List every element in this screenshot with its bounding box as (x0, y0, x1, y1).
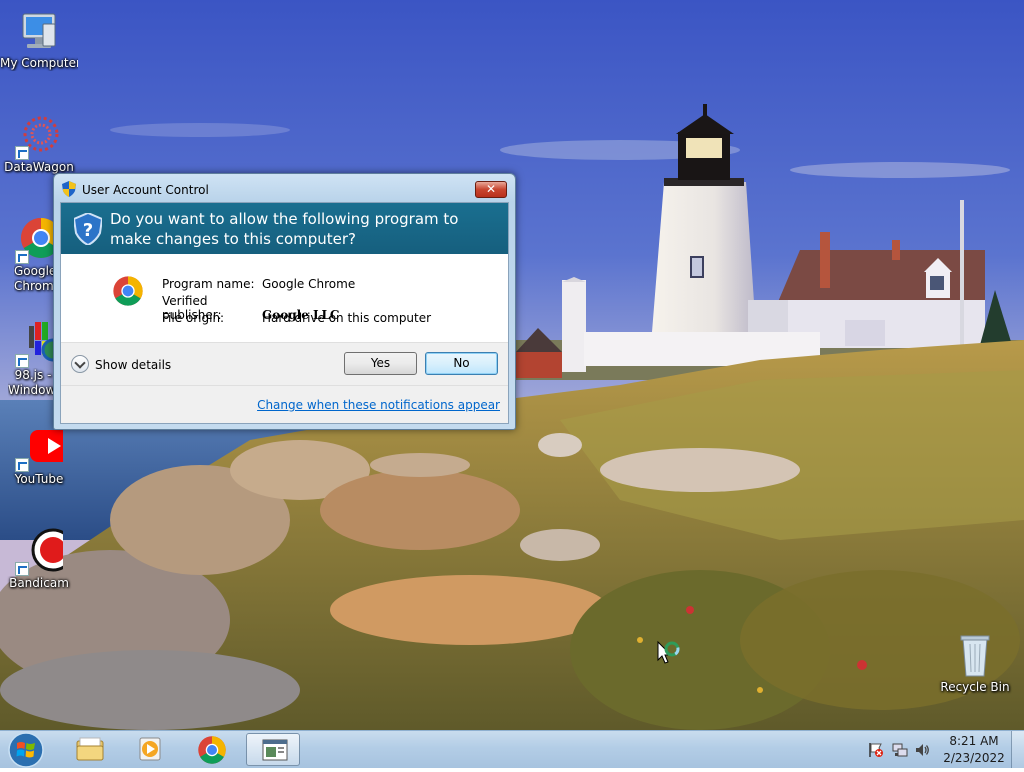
change-notifications-link[interactable]: Change when these notifications appear (257, 398, 500, 412)
dialog-titlebar[interactable]: User Account Control ✕ (54, 174, 515, 202)
desktop-icon-label: Bandicam (9, 576, 69, 590)
desktop-icon-label: YouTube (14, 472, 64, 486)
desktop-icon-label: 98.js - Windows (8, 368, 58, 397)
desktop-icon-recycle-bin[interactable]: Recycle Bin (936, 632, 1014, 695)
origin-label: File origin: (162, 311, 225, 325)
dialog-title: User Account Control (82, 183, 209, 197)
desktop-icon-bandicam[interactable]: Bandicam (0, 528, 78, 591)
close-button[interactable]: ✕ (475, 181, 507, 198)
program-name-row: Program name: Google Chrome (162, 277, 355, 291)
svg-text:?: ? (83, 220, 93, 241)
desktop-icon-youtube[interactable]: YouTube (0, 424, 78, 487)
dialog-actions: Show details Yes No (61, 342, 508, 385)
question-shield-icon: ? (74, 213, 102, 245)
desktop-icon-datawagon[interactable]: DataWagon (0, 112, 78, 175)
start-button[interactable] (4, 731, 48, 769)
active-window-icon (262, 739, 288, 761)
show-details-button[interactable]: Show details (95, 358, 171, 372)
bandicam-icon (15, 528, 75, 576)
yes-button[interactable]: Yes (344, 352, 417, 375)
program-name-value: Google Chrome (262, 277, 356, 291)
datawagon-icon (15, 112, 63, 160)
taskbar: 8:21 AM 2/23/2022 (0, 730, 1024, 768)
computer-icon (15, 8, 63, 56)
taskbar-media-player-button[interactable] (122, 733, 176, 766)
question-banner: ? Do you want to allow the following pro… (61, 203, 508, 254)
taskbar-explorer-button[interactable] (62, 733, 116, 766)
uac-question-text: Do you want to allow the following progr… (110, 210, 459, 248)
dialog-footer: Change when these notifications appear (61, 385, 508, 423)
youtube-icon (15, 424, 76, 472)
shortcut-arrow-icon (15, 146, 29, 160)
system-tray: 8:21 AM 2/23/2022 (864, 731, 1024, 769)
windows-explorer-icon (76, 737, 104, 761)
uac-shield-icon (62, 181, 76, 197)
show-desktop-button[interactable] (1011, 731, 1024, 768)
program-name-label: Program name: (162, 277, 255, 291)
chevron-down-icon[interactable] (71, 355, 89, 373)
windows-logo-icon (8, 732, 44, 768)
desktop-icon-my-computer[interactable]: My Computer (0, 8, 78, 71)
chrome-icon (113, 276, 143, 306)
origin-value: Hard drive on this computer (262, 311, 432, 325)
origin-row: File origin: Hard drive on this computer (162, 311, 431, 325)
clock-time[interactable]: 8:21 AM (936, 734, 1012, 748)
uac-dialog: User Account Control ✕ ? Do you want to … (53, 173, 516, 430)
taskbar-chrome-button[interactable] (184, 733, 238, 766)
shortcut-arrow-icon (15, 250, 29, 264)
busy-cursor-icon (657, 640, 680, 664)
shortcut-arrow-icon (15, 458, 29, 472)
shortcut-arrow-icon (15, 562, 29, 576)
desktop-icon-label: Recycle Bin (940, 680, 1010, 694)
recycle-bin-icon (951, 632, 999, 680)
desktop-icon-label: My Computer (0, 56, 78, 70)
clock-date[interactable]: 2/23/2022 (936, 751, 1012, 765)
chrome-icon (198, 736, 226, 764)
volume-icon[interactable] (914, 742, 930, 758)
network-icon[interactable] (892, 742, 908, 758)
taskbar-active-window-button[interactable] (246, 733, 300, 766)
shortcut-arrow-icon (15, 354, 29, 368)
action-center-flag-icon[interactable] (868, 742, 884, 758)
dialog-content: ? Do you want to allow the following pro… (60, 202, 509, 424)
no-button[interactable]: No (425, 352, 498, 375)
media-player-icon (139, 737, 161, 761)
desktop-icon-label: Google Chrome (14, 264, 58, 293)
program-info: Program name: Google Chrome Verified publ… (61, 254, 508, 342)
